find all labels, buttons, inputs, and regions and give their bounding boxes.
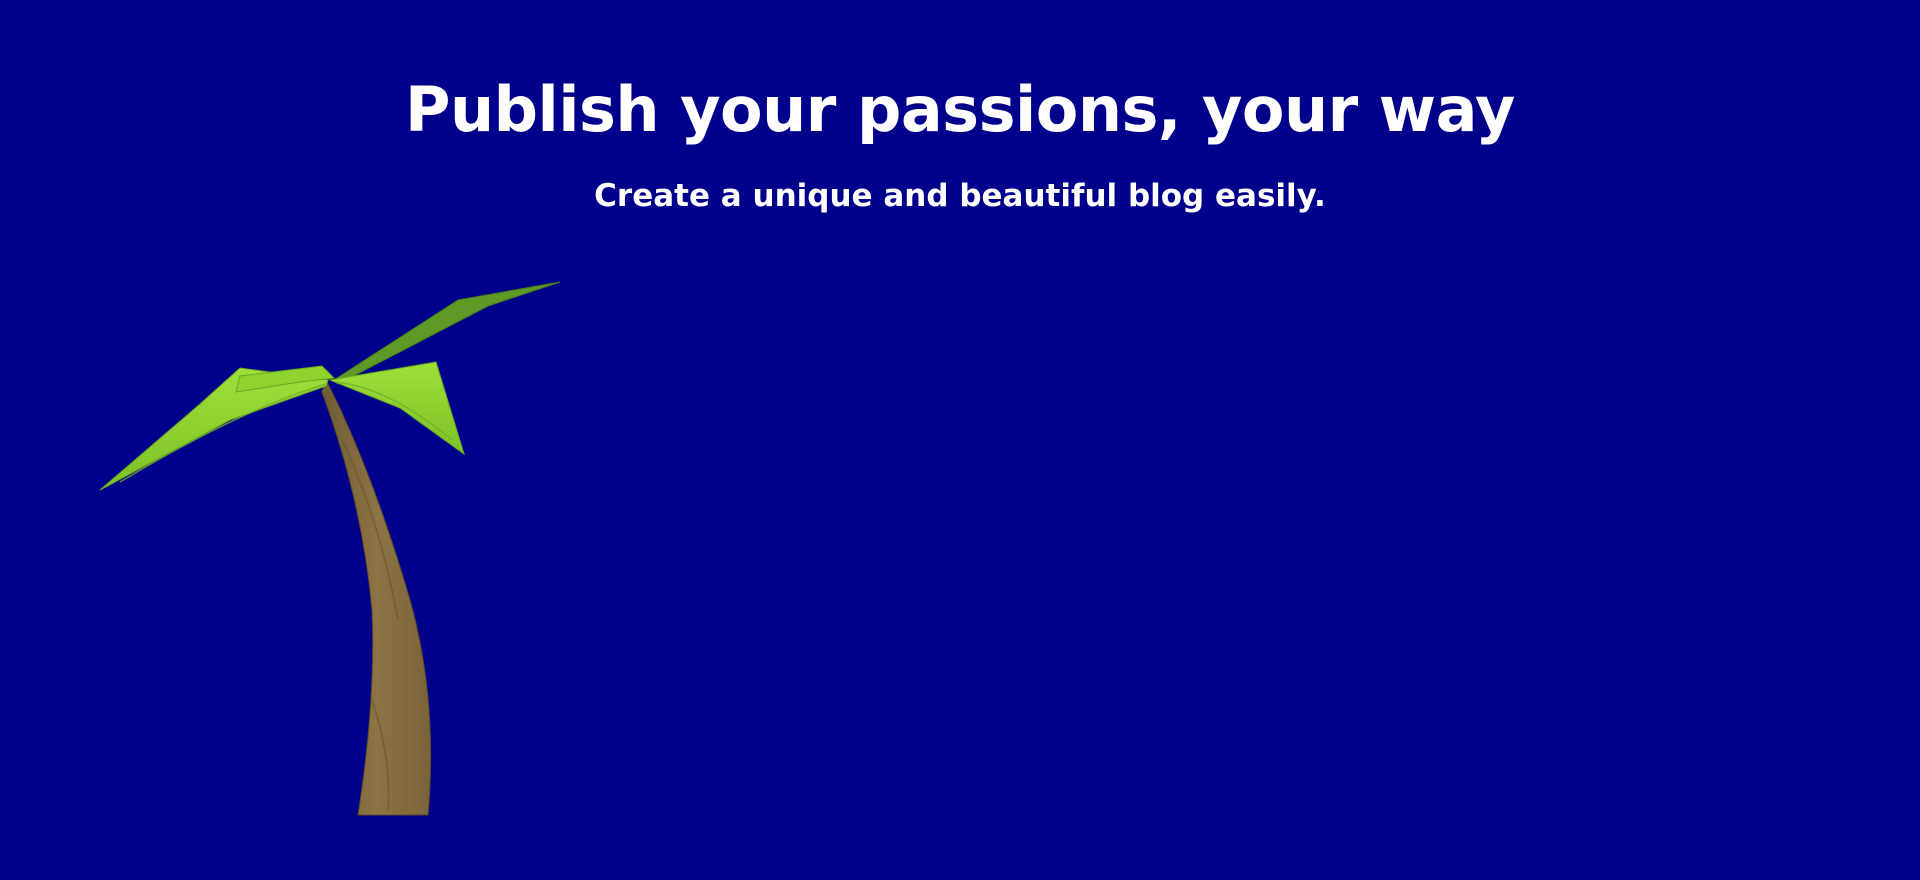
hero-section: Publish your passions, your way Create a… [0,0,1920,880]
palm-tree-icon [99,281,561,816]
palm-leaf-back-right [333,281,561,385]
palm-leaf-left [99,367,329,491]
palm-trunk [321,378,432,816]
